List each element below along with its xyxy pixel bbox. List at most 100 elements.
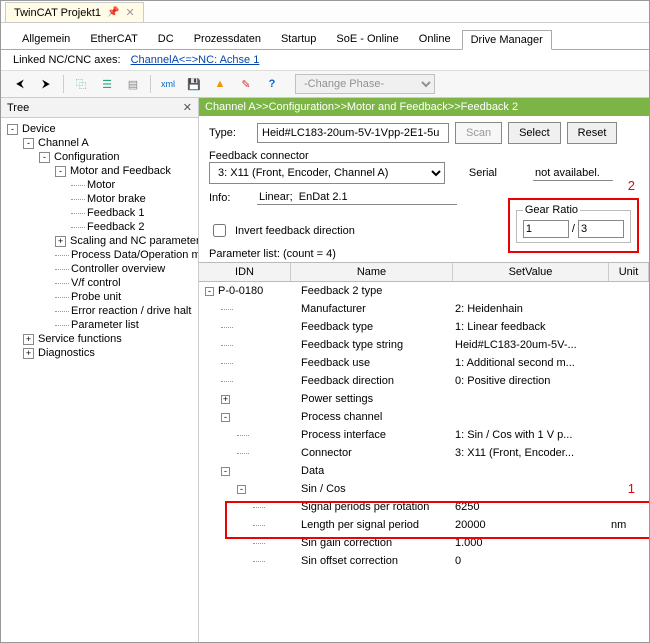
linked-axes-link[interactable]: ChannelA<=>NC: Achse 1 — [131, 54, 260, 66]
param-row[interactable]: -Process channel — [205, 408, 649, 426]
nav-back-icon[interactable]: ⮜ — [9, 73, 31, 95]
param-row[interactable]: Connector3: X11 (Front, Encoder... — [205, 444, 649, 462]
list-icon[interactable]: ▤ — [122, 73, 144, 95]
col-header-name[interactable]: Name — [291, 263, 453, 281]
serial-label: Serial — [451, 167, 497, 179]
param-row[interactable]: -P-0-0180Feedback 2 type — [205, 282, 649, 300]
param-name: Sin / Cos — [297, 483, 453, 495]
warning-icon[interactable]: ▲ — [209, 73, 231, 95]
tab-ethercat[interactable]: EtherCAT — [81, 29, 146, 49]
param-toggle-icon[interactable]: - — [237, 485, 246, 494]
param-row[interactable]: Feedback use1: Additional second m... — [205, 354, 649, 372]
param-row[interactable]: Sin offset correction0 — [205, 552, 649, 570]
tree-node[interactable]: Parameter list — [3, 318, 196, 332]
annotation-1: 1 — [628, 481, 635, 582]
save-icon[interactable]: 💾 — [183, 73, 205, 95]
invert-feedback-checkbox[interactable] — [213, 224, 226, 237]
tab-prozessdaten[interactable]: Prozessdaten — [185, 29, 270, 49]
param-toggle-icon[interactable]: - — [221, 467, 230, 476]
param-row[interactable]: Process interface1: Sin / Cos with 1 V p… — [205, 426, 649, 444]
tab-online[interactable]: Online — [410, 29, 460, 49]
nav-fwd-icon[interactable]: ⮞ — [35, 73, 57, 95]
tree-toggle-icon[interactable]: + — [23, 334, 34, 345]
tree-node[interactable]: -Channel A — [3, 136, 196, 150]
tree-node[interactable]: Process Data/Operation mode — [3, 248, 196, 262]
param-row[interactable]: Signal periods per rotation6250 — [205, 498, 649, 516]
info-value — [257, 190, 457, 205]
close-icon[interactable]: ✕ — [125, 6, 134, 19]
param-toggle-icon[interactable]: + — [221, 395, 230, 404]
tree-node[interactable]: +Scaling and NC parameters — [3, 234, 196, 248]
tree-toggle-icon[interactable]: - — [7, 124, 18, 135]
param-toggle-icon[interactable]: - — [221, 413, 230, 422]
tab-startup[interactable]: Startup — [272, 29, 325, 49]
xml-export-icon[interactable]: xml — [157, 73, 179, 95]
param-row[interactable]: +Power settings — [205, 390, 649, 408]
param-row[interactable]: Manufacturer2: Heidenhain — [205, 300, 649, 318]
tree-node[interactable]: Motor brake — [3, 192, 196, 206]
gear-ratio-label: Gear Ratio — [523, 204, 580, 216]
phase-select[interactable]: -Change Phase- — [295, 74, 435, 94]
tree-node[interactable]: V/f control — [3, 276, 196, 290]
gear-denominator-input[interactable] — [578, 220, 624, 238]
param-row[interactable]: Feedback type1: Linear feedback — [205, 318, 649, 336]
help-icon[interactable]: ? — [261, 73, 283, 95]
tree-node[interactable]: Error reaction / drive halt — [3, 304, 196, 318]
tab-dc[interactable]: DC — [149, 29, 183, 49]
tree-toggle-icon[interactable]: - — [55, 166, 66, 177]
tree-toggle-icon[interactable]: + — [55, 236, 66, 247]
col-header-setvalue[interactable]: SetValue — [453, 263, 609, 281]
tree-node-label: Parameter list — [71, 319, 139, 331]
scan-button[interactable]: Scan — [455, 122, 502, 144]
param-row[interactable]: - Sin / Cos — [205, 480, 649, 498]
param-value: Heid#LC183-20um-5V-... — [453, 339, 609, 351]
tree-node[interactable]: -Motor and Feedback — [3, 164, 196, 178]
tree-node[interactable]: -Device — [3, 122, 196, 136]
tree-close-icon[interactable]: ✕ — [183, 101, 192, 114]
param-row[interactable]: Sin gain correction1.000 — [205, 534, 649, 552]
col-header-unit[interactable]: Unit — [609, 263, 649, 281]
param-name: Feedback direction — [297, 375, 453, 387]
tree-node[interactable]: Probe unit — [3, 290, 196, 304]
param-name: Feedback use — [297, 357, 453, 369]
tab-allgemein[interactable]: Allgemein — [13, 29, 79, 49]
param-row[interactable]: - Data — [205, 462, 649, 480]
linked-label: Linked NC/CNC axes: — [13, 54, 121, 66]
compare-icon[interactable]: ☰ — [96, 73, 118, 95]
select-button[interactable]: Select — [508, 122, 561, 144]
tree-toggle-icon[interactable]: + — [23, 348, 34, 359]
tree-node[interactable]: Feedback 1 — [3, 206, 196, 220]
tree-node[interactable]: -Configuration — [3, 150, 196, 164]
tree-toggle-icon[interactable]: - — [23, 138, 34, 149]
tree-node[interactable]: Motor — [3, 178, 196, 192]
tree-toggle-icon[interactable]: - — [39, 152, 50, 163]
param-row[interactable]: Length per signal period20000nm — [205, 516, 649, 534]
reset-button[interactable]: Reset — [567, 122, 618, 144]
tool-icon[interactable]: ✎ — [235, 73, 257, 95]
tree-node-label: Motor brake — [87, 193, 146, 205]
tab-drive-manager[interactable]: Drive Manager — [462, 30, 552, 50]
param-row[interactable]: Feedback direction0: Positive direction — [205, 372, 649, 390]
param-name: Sin offset correction — [297, 555, 453, 567]
tree-node[interactable]: +Diagnostics — [3, 346, 196, 360]
gear-ratio-highlight: Gear Ratio / — [508, 198, 639, 253]
tree-node[interactable]: Controller overview — [3, 262, 196, 276]
tree-node[interactable]: Feedback 2 — [3, 220, 196, 234]
param-toggle-icon[interactable]: - — [205, 287, 214, 296]
pin-icon[interactable]: 📌 — [107, 7, 119, 18]
param-name: Feedback type — [297, 321, 453, 333]
gear-numerator-input[interactable] — [523, 220, 569, 238]
tree-view-icon[interactable]: ⿻ — [70, 73, 92, 95]
type-label: Type: — [209, 127, 251, 139]
param-name: Data — [297, 465, 453, 477]
param-name: Signal periods per rotation — [297, 501, 453, 513]
col-header-idn[interactable]: IDN — [199, 263, 291, 281]
type-input[interactable] — [257, 123, 449, 143]
tree-node[interactable]: +Service functions — [3, 332, 196, 346]
fbconn-select[interactable]: 3: X11 (Front, Encoder, Channel A) — [209, 162, 445, 184]
param-row[interactable]: Feedback type stringHeid#LC183-20um-5V-.… — [205, 336, 649, 354]
toolbar: ⮜ ⮞ ⿻ ☰ ▤ xml 💾 ▲ ✎ ? -Change Phase- — [1, 70, 649, 98]
tab-soe-online[interactable]: SoE - Online — [327, 29, 407, 49]
param-name: Sin gain correction — [297, 537, 453, 549]
file-tab[interactable]: TwinCAT Projekt1 📌 ✕ — [5, 2, 144, 22]
